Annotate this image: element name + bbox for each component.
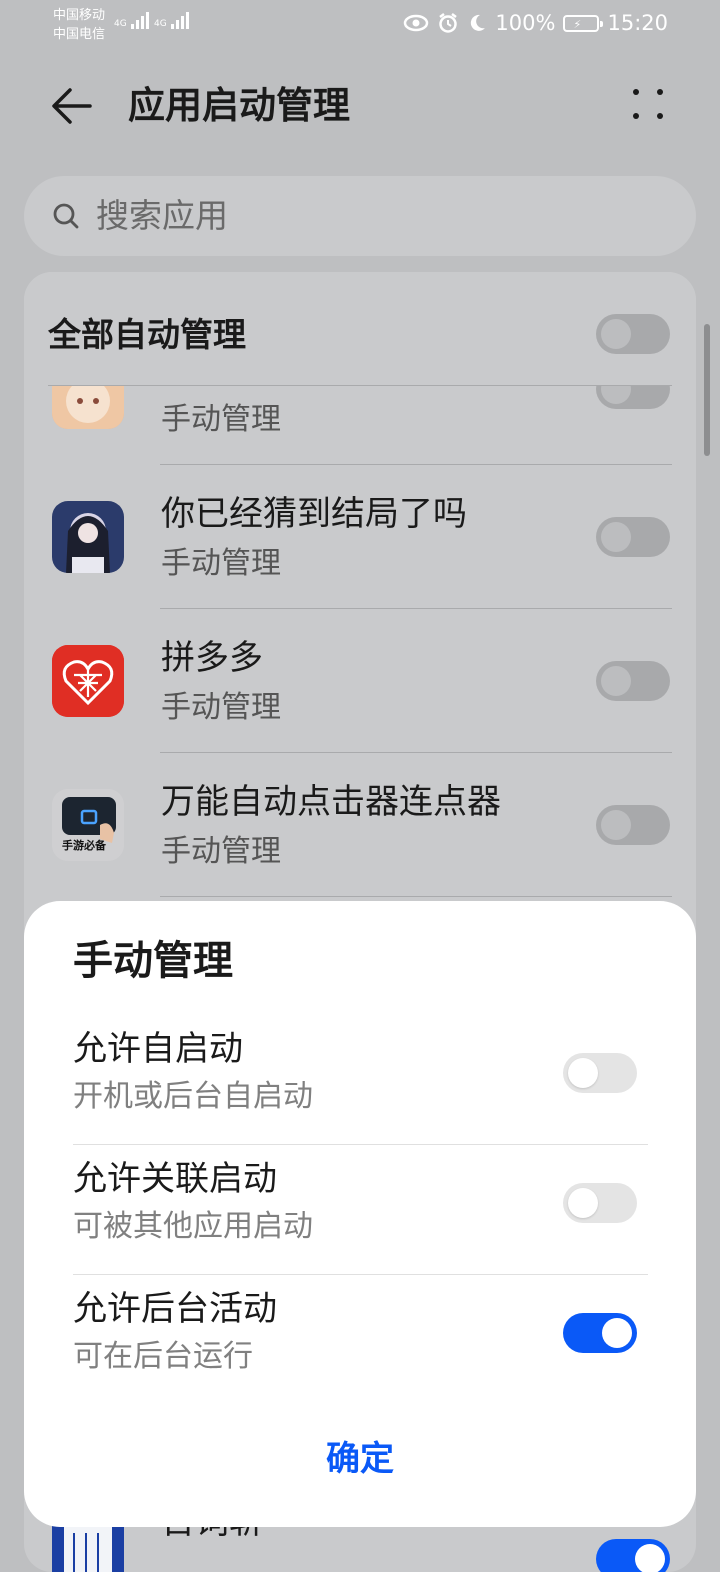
auto-start-toggle[interactable] xyxy=(563,1053,637,1093)
carrier-2: 中国电信 xyxy=(53,27,106,42)
network-type-1: 4G xyxy=(114,19,127,29)
back-arrow-icon[interactable] xyxy=(48,82,96,130)
app-toggle[interactable] xyxy=(596,805,670,845)
carrier-1: 中国移动 xyxy=(53,8,106,23)
moon-icon xyxy=(471,14,486,31)
app-toggle[interactable] xyxy=(596,1539,670,1572)
all-auto-manage-toggle[interactable] xyxy=(596,314,670,354)
app-status: 手动管理 xyxy=(161,402,281,437)
clock: 15:20 xyxy=(607,11,668,35)
auto-clicker-app-icon: 手游必备 xyxy=(52,789,124,861)
confirm-button[interactable]: 确定 xyxy=(24,1435,696,1483)
network-type-2: 4G xyxy=(154,19,167,29)
app-status: 手动管理 xyxy=(161,834,281,869)
scrollbar[interactable] xyxy=(704,324,710,456)
signal-2-icon: 4G xyxy=(154,12,189,29)
divider xyxy=(160,896,672,897)
app-name: 万能自动点击器连点器 xyxy=(161,782,501,822)
icon-caption: 手游必备 xyxy=(62,839,106,852)
alarm-icon xyxy=(439,13,458,33)
app-toggle[interactable] xyxy=(596,517,670,557)
anime-girl-app-icon xyxy=(52,501,124,573)
more-options-icon[interactable] xyxy=(624,82,672,130)
all-auto-manage-label: 全部自动管理 xyxy=(48,315,246,354)
option-title: 允许关联启动 xyxy=(73,1159,277,1199)
dialog-title: 手动管理 xyxy=(73,938,233,984)
option-allow-background-activity[interactable]: 允许后台活动 可在后台运行 xyxy=(73,1275,648,1405)
eye-icon xyxy=(404,14,429,32)
battery-icon: ⚡ xyxy=(563,14,604,32)
app-toggle[interactable] xyxy=(596,661,670,701)
option-allow-linked-start[interactable]: 允许关联启动 可被其他应用启动 xyxy=(73,1145,648,1275)
linked-start-toggle[interactable] xyxy=(563,1183,637,1223)
option-subtitle: 可被其他应用启动 xyxy=(73,1209,313,1244)
option-allow-auto-start[interactable]: 允许自启动 开机或后台自启动 xyxy=(73,1015,648,1145)
option-title: 允许后台活动 xyxy=(73,1289,277,1329)
manual-manage-dialog: 手动管理 允许自启动 开机或后台自启动 允许关联启动 可被其他应用启动 允许后台… xyxy=(24,901,696,1527)
page-title: 应用启动管理 xyxy=(128,84,350,127)
option-title: 允许自启动 xyxy=(73,1029,243,1069)
baicizhan-app-icon xyxy=(52,1525,124,1572)
divider xyxy=(48,385,672,386)
app-name: 你已经猜到结局了吗 xyxy=(161,494,467,534)
pinduoduo-app-icon xyxy=(52,645,124,717)
search-input[interactable]: 搜索应用 xyxy=(24,176,696,256)
signal-1-icon: 4G xyxy=(114,12,149,29)
option-subtitle: 开机或后台自启动 xyxy=(73,1079,313,1114)
search-placeholder: 搜索应用 xyxy=(96,196,228,235)
status-bar: 中国移动 中国电信 4G 4G 100% ⚡ 15:20 xyxy=(0,0,720,52)
battery-percent: 100% xyxy=(495,11,556,35)
app-status: 手动管理 xyxy=(161,546,281,581)
search-icon xyxy=(53,203,79,229)
background-activity-toggle[interactable] xyxy=(563,1313,637,1353)
carrier-info: 中国移动 中国电信 xyxy=(53,6,105,44)
option-subtitle: 可在后台运行 xyxy=(73,1339,253,1374)
list-item[interactable]: 手游必备 万能自动点击器连点器 手动管理 xyxy=(24,753,696,897)
list-item[interactable]: 拼多多 手动管理 xyxy=(24,609,696,753)
app-name: 拼多多 xyxy=(161,638,263,678)
app-status: 手动管理 xyxy=(161,690,281,725)
list-item[interactable]: 你已经猜到结局了吗 手动管理 xyxy=(24,465,696,609)
